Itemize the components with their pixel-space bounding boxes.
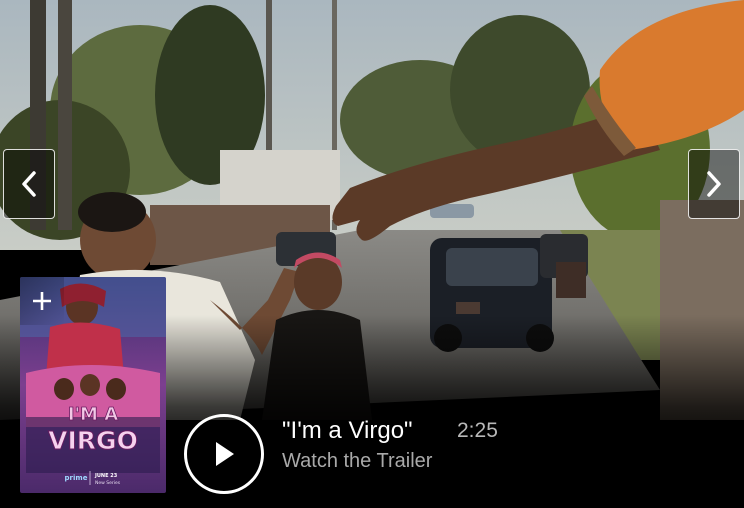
title-poster[interactable]: I'M A VIRGO prime JUNE 23 New Series bbox=[20, 277, 166, 493]
poster-title-line-1: I'M A bbox=[68, 404, 118, 425]
poster-brand: prime bbox=[65, 474, 88, 482]
trailer-hero: I'M A VIRGO prime JUNE 23 New Series "I'… bbox=[0, 0, 744, 508]
poster-date: JUNE 23 bbox=[94, 473, 118, 479]
trailer-duration: 2:25 bbox=[457, 419, 498, 442]
plus-icon bbox=[33, 292, 51, 310]
previous-slide-button[interactable] bbox=[3, 149, 55, 219]
poster-title-line-2: VIRGO bbox=[48, 426, 138, 455]
poster-series-label: New Series bbox=[95, 480, 121, 486]
trailer-title[interactable]: "I'm a Virgo" bbox=[282, 417, 413, 445]
next-slide-button[interactable] bbox=[688, 149, 740, 219]
add-to-watchlist-button[interactable] bbox=[20, 277, 64, 325]
chevron-right-icon bbox=[707, 171, 721, 197]
play-trailer-button[interactable] bbox=[184, 414, 264, 494]
chevron-left-icon bbox=[22, 171, 36, 197]
watch-trailer-label[interactable]: Watch the Trailer bbox=[282, 450, 432, 473]
play-icon bbox=[216, 442, 234, 466]
